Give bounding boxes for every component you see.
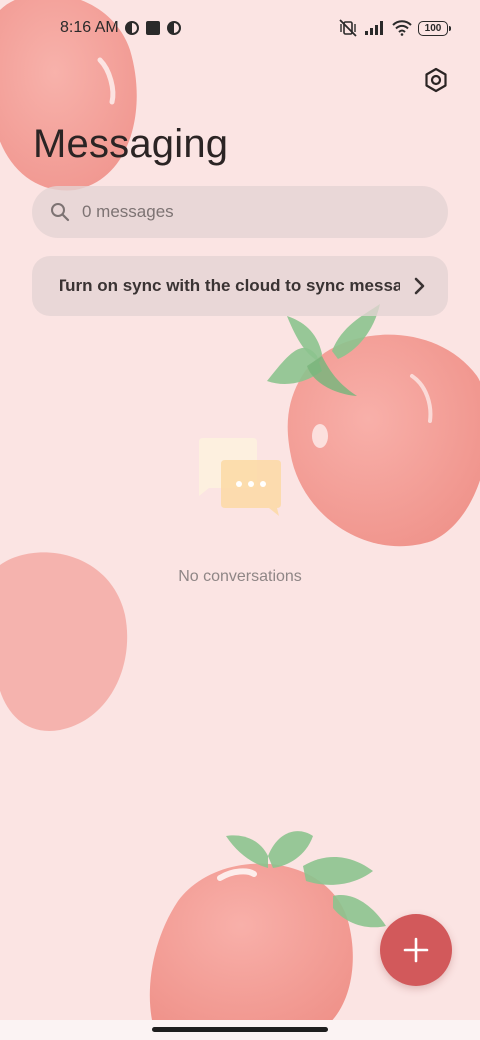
empty-state: No conversations [0, 436, 480, 586]
wifi-icon [392, 20, 412, 36]
page-title: Messaging [33, 122, 229, 166]
signal-icon [365, 21, 383, 35]
square-app-icon [145, 21, 160, 35]
status-bar: 8:16 AM 100 [0, 0, 480, 56]
status-left: 8:16 AM [60, 19, 182, 37]
battery-icon: 100 [418, 20, 451, 36]
status-time: 8:16 AM [60, 19, 119, 36]
status-right: 100 [338, 19, 451, 37]
strawberry-bottom [149, 831, 386, 1040]
search-icon [51, 203, 70, 222]
circle-half-icon [124, 21, 139, 35]
circle-half-icon [166, 21, 181, 35]
search-input[interactable] [82, 202, 402, 222]
sync-banner[interactable]: Turn on sync with the cloud to sync mess… [32, 256, 448, 316]
sync-banner-text: Turn on sync with the cloud to sync mess… [60, 276, 400, 295]
settings-button[interactable] [420, 64, 452, 96]
search-bar[interactable] [32, 186, 448, 238]
settings-hexagon-icon [425, 67, 447, 93]
plus-icon [403, 937, 429, 963]
new-conversation-button[interactable] [380, 914, 452, 986]
chevron-right-icon [414, 277, 425, 295]
home-indicator[interactable] [152, 1027, 328, 1032]
vibrate-off-icon [339, 19, 357, 37]
empty-state-text: No conversations [178, 568, 302, 585]
navigation-bar [0, 1020, 480, 1040]
chat-bubbles-icon [199, 438, 281, 516]
